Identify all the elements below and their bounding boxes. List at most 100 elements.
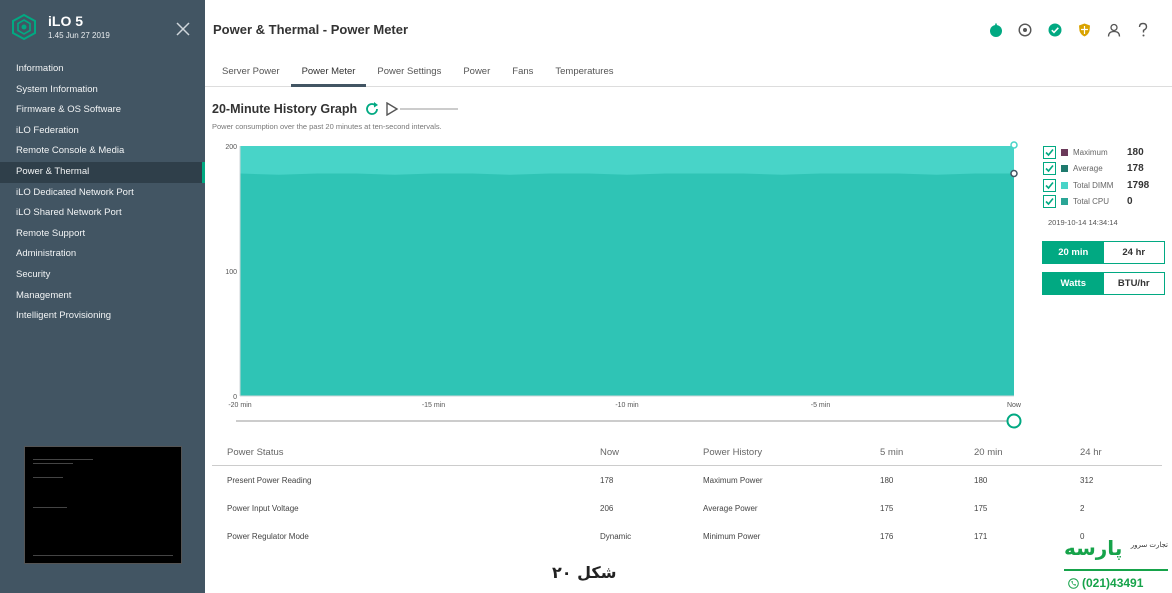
table-cell: 180 [880,476,894,485]
x-tick-label: -5 min [811,402,831,409]
app-version: 1.45 Jun 27 2019 [48,31,110,40]
help-icon[interactable] [1129,20,1159,40]
col-header-power-history: Power History [703,447,763,458]
refresh-icon[interactable] [364,101,380,117]
header-icons [981,20,1158,40]
brand: iLO 5 1.45 Jun 27 2019 [10,13,110,41]
series-average-area [240,173,1014,396]
figure-caption: شکل ۲۰ [552,563,617,582]
sidebar-item-ilo-federation[interactable]: iLO Federation [0,121,205,142]
sidebar-item-security[interactable]: Security [0,265,205,286]
x-tick-label: -10 min [615,402,638,409]
sidebar-item-intelligent-provisioning[interactable]: Intelligent Provisioning [0,306,205,327]
watermark-phone: (021)43491 [1068,576,1143,590]
table-row: Power Input Voltage 206 Average Power 17… [212,494,1162,522]
sidebar-item-remote-support[interactable]: Remote Support [0,224,205,245]
table-cell: Power Regulator Mode [227,532,309,541]
col-header-5min: 5 min [880,447,904,458]
legend-value-maximum: 180 [1127,146,1144,158]
play-icon[interactable] [385,102,399,116]
legend-checkbox-maximum[interactable] [1043,145,1056,159]
time-range-toggle: 20 min 24 hr [1042,241,1165,264]
legend-checkbox-average[interactable] [1043,162,1056,176]
col-header-20min: 20 min [974,447,1003,458]
time-slider-handle[interactable] [1006,413,1022,429]
check-icon [1045,198,1054,206]
tab-power[interactable]: Power [452,60,501,87]
col-header-now: Now [600,447,620,458]
table-cell: 176 [880,532,894,541]
sidebar-item-dedicated-network-port[interactable]: iLO Dedicated Network Port [0,183,205,204]
page-title: Power & Thermal - Power Meter [213,22,409,37]
tab-server-power[interactable]: Server Power [211,60,291,87]
table-cell: 180 [974,476,988,485]
user-icon[interactable] [1099,20,1129,40]
sidebar-item-administration[interactable]: Administration [0,244,205,265]
table-row: Present Power Reading 178 Maximum Power … [212,466,1162,494]
legend-row-total-cpu: Total CPU 0 [1043,194,1168,211]
close-icon[interactable] [176,22,190,36]
sidebar-item-shared-network-port[interactable]: iLO Shared Network Port [0,203,205,224]
sidebar-item-information[interactable]: Information [0,59,205,80]
table-cell: 206 [600,504,614,513]
health-ok-icon[interactable] [1040,20,1070,40]
remote-console-thumbnail[interactable] [24,446,182,564]
series-maximum-endpoint [1010,141,1018,149]
x-tick-label: -20 min [228,402,251,409]
sidebar-item-firmware-os-software[interactable]: Firmware & OS Software [0,100,205,121]
watermark-logo: پارسه تجارت سرور (021)43491 [1058,536,1170,592]
unit-watts-button[interactable]: Watts [1043,273,1104,294]
watermark-phone-number: (021)43491 [1082,576,1144,590]
legend-checkbox-total-cpu[interactable] [1043,195,1056,209]
sidebar-nav: Information System Information Firmware … [0,59,205,327]
tab-power-meter[interactable]: Power Meter [290,60,367,87]
col-header-power-status: Power Status [227,447,284,458]
table-cell: 178 [600,476,614,485]
x-tick-label: Now [1007,402,1022,409]
check-icon [1045,181,1054,189]
legend-row-average: Average 178 [1043,161,1168,178]
watermark-brand: پارسه [1064,536,1123,560]
table-cell: 312 [1080,476,1094,485]
table-cell: Average Power [703,504,758,513]
y-tick-label: 0 [233,394,237,401]
table-cell: Present Power Reading [227,476,312,485]
table-cell: 175 [880,504,894,513]
y-tick-label: 200 [225,144,237,151]
legend-label-total-dimm: Total DIMM [1073,180,1114,190]
range-24hr-button[interactable]: 24 hr [1103,242,1164,263]
legend-swatch-maximum [1061,148,1068,156]
sidebar-item-system-information[interactable]: System Information [0,80,205,101]
tab-bar: Server Power Power Meter Power Settings … [205,60,1172,87]
legend-row-total-dimm: Total DIMM 1798 [1043,177,1168,194]
power-status-icon[interactable] [981,20,1011,40]
tab-fans[interactable]: Fans [501,60,544,87]
tab-temperatures[interactable]: Temperatures [544,60,624,87]
uid-indicator-icon[interactable] [1011,20,1041,40]
table-cell: Maximum Power [703,476,763,485]
legend-timestamp: 2019-10-14 14:34:14 [1048,218,1118,227]
x-tick-label: -15 min [422,402,445,409]
legend-checkbox-total-dimm[interactable] [1043,178,1056,192]
watermark-divider [1064,569,1168,571]
table-row: Power Regulator Mode Dynamic Minimum Pow… [212,522,1162,550]
unit-btuhr-button[interactable]: BTU/hr [1103,273,1164,294]
sidebar-item-management[interactable]: Management [0,286,205,307]
unit-toggle: Watts BTU/hr [1042,272,1165,295]
graph-subtitle: Power consumption over the past 20 minut… [212,122,442,131]
legend-value-average: 178 [1127,163,1144,175]
security-shield-icon[interactable] [1070,20,1100,40]
col-header-24hr: 24 hr [1080,447,1102,458]
sidebar-item-power-thermal[interactable]: Power & Thermal [0,161,205,183]
playback-slider[interactable] [400,108,458,110]
table-cell: Power Input Voltage [227,504,299,513]
sidebar-item-remote-console-media[interactable]: Remote Console & Media [0,141,205,162]
range-20min-button[interactable]: 20 min [1043,242,1104,263]
legend-label-maximum: Maximum [1073,147,1108,157]
check-icon [1045,148,1054,156]
table-header: Power Status Now Power History 5 min 20 … [212,439,1162,466]
power-history-chart: 200 100 0-20 min -15 min -10 min -5 min Now [225,141,1022,429]
tab-power-settings[interactable]: Power Settings [366,60,452,87]
legend-swatch-total-dimm [1061,181,1068,189]
check-icon [1045,165,1054,173]
